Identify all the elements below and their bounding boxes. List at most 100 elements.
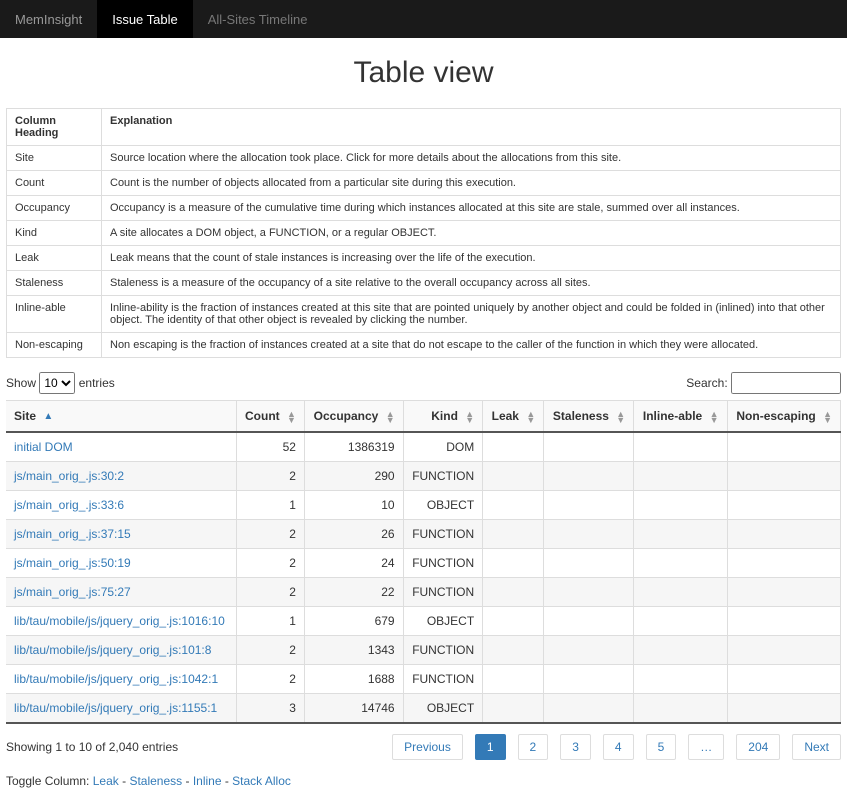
site-link[interactable]: lib/tau/mobile/js/jquery_orig_.js:1016:1… (14, 614, 225, 628)
table-cell: FUNCTION (403, 549, 483, 578)
site-link[interactable]: js/main_orig_.js:50:19 (14, 556, 131, 570)
table-cell (634, 665, 727, 694)
table-cell (544, 694, 634, 724)
page-button[interactable]: 2 (518, 734, 549, 760)
table-cell: lib/tau/mobile/js/jquery_orig_.js:1042:1 (6, 665, 236, 694)
def-head-col: Column Heading (7, 109, 102, 146)
col-site-label: Site (14, 409, 36, 423)
table-controls: Show 10 entries Search: (6, 372, 841, 394)
table-cell (483, 578, 544, 607)
definition-name: Non-escaping (7, 333, 102, 358)
col-kind[interactable]: Kind ▲▼ (403, 401, 483, 433)
show-label-post: entries (79, 376, 115, 390)
table-cell (727, 578, 841, 607)
toggle-link[interactable]: Stack Alloc (232, 774, 291, 788)
col-count[interactable]: Count ▲▼ (236, 401, 304, 433)
col-staleness[interactable]: Staleness ▲▼ (544, 401, 634, 433)
table-cell: FUNCTION (403, 520, 483, 549)
toggle-link[interactable]: Staleness (129, 774, 182, 788)
definition-row: Non-escapingNon escaping is the fraction… (7, 333, 841, 358)
definition-desc: Inline-ability is the fraction of instan… (102, 296, 841, 333)
definition-desc: A site allocates a DOM object, a FUNCTIO… (102, 221, 841, 246)
definition-desc: Occupancy is a measure of the cumulative… (102, 196, 841, 221)
col-inline-able[interactable]: Inline-able ▲▼ (634, 401, 727, 433)
definition-row: KindA site allocates a DOM object, a FUN… (7, 221, 841, 246)
table-cell (727, 636, 841, 665)
site-link[interactable]: lib/tau/mobile/js/jquery_orig_.js:1155:1 (14, 701, 217, 715)
table-row: lib/tau/mobile/js/jquery_orig_.js:1042:1… (6, 665, 841, 694)
table-cell: 52 (236, 432, 304, 462)
brand: MemInsight (0, 0, 97, 38)
table-cell (634, 520, 727, 549)
prev-button[interactable]: Previous (392, 734, 463, 760)
page-button[interactable]: 1 (475, 734, 506, 760)
site-link[interactable]: lib/tau/mobile/js/jquery_orig_.js:101:8 (14, 643, 211, 657)
col-site[interactable]: Site ▲ (6, 401, 236, 433)
table-cell (483, 665, 544, 694)
page-button: … (688, 734, 724, 760)
table-cell: 1688 (304, 665, 403, 694)
toggle-label: Toggle Column: (6, 774, 89, 788)
col-occupancy[interactable]: Occupancy ▲▼ (304, 401, 403, 433)
entries-select[interactable]: 10 (39, 372, 75, 394)
nav-issue-table[interactable]: Issue Table (97, 0, 193, 38)
pagination: Previous 12345 … 204 Next (392, 734, 841, 760)
search-input[interactable] (731, 372, 841, 394)
table-cell: 1 (236, 491, 304, 520)
definition-desc: Leak means that the count of stale insta… (102, 246, 841, 271)
col-leak-label: Leak (492, 409, 519, 423)
table-cell (634, 549, 727, 578)
definition-name: Leak (7, 246, 102, 271)
page-button[interactable]: 204 (736, 734, 780, 760)
table-cell (544, 665, 634, 694)
table-cell: 24 (304, 549, 403, 578)
toggle-link[interactable]: Inline (193, 774, 222, 788)
table-cell: 290 (304, 462, 403, 491)
table-cell (634, 607, 727, 636)
sort-icon: ▲▼ (287, 411, 296, 423)
sort-icon: ▲▼ (386, 411, 395, 423)
table-cell: js/main_orig_.js:50:19 (6, 549, 236, 578)
table-cell (727, 491, 841, 520)
definition-name: Staleness (7, 271, 102, 296)
table-cell: OBJECT (403, 607, 483, 636)
table-cell (727, 462, 841, 491)
page-button[interactable]: 3 (560, 734, 591, 760)
table-cell: 2 (236, 549, 304, 578)
site-link[interactable]: js/main_orig_.js:33:6 (14, 498, 124, 512)
table-cell: js/main_orig_.js:33:6 (6, 491, 236, 520)
table-cell (544, 491, 634, 520)
table-cell (634, 636, 727, 665)
site-link[interactable]: js/main_orig_.js:37:15 (14, 527, 131, 541)
site-link[interactable]: js/main_orig_.js:30:2 (14, 469, 124, 483)
col-kind-label: Kind (431, 409, 458, 423)
toggle-row: Toggle Column: Leak - Staleness - Inline… (6, 774, 841, 788)
site-link[interactable]: lib/tau/mobile/js/jquery_orig_.js:1042:1 (14, 672, 218, 686)
table-cell (483, 432, 544, 462)
table-cell: OBJECT (403, 491, 483, 520)
search-label: Search: (686, 376, 727, 390)
table-cell (727, 694, 841, 724)
table-cell (483, 607, 544, 636)
nav-all-sites-timeline[interactable]: All-Sites Timeline (193, 0, 323, 38)
col-leak[interactable]: Leak ▲▼ (483, 401, 544, 433)
table-cell: 2 (236, 462, 304, 491)
table-cell: js/main_orig_.js:37:15 (6, 520, 236, 549)
table-cell: FUNCTION (403, 665, 483, 694)
col-non-escaping[interactable]: Non-escaping ▲▼ (727, 401, 841, 433)
table-cell: 1343 (304, 636, 403, 665)
table-row: js/main_orig_.js:50:19 224FUNCTION (6, 549, 841, 578)
sort-icon: ▲▼ (616, 411, 625, 423)
table-row: js/main_orig_.js:33:6110OBJECT (6, 491, 841, 520)
page-button[interactable]: 5 (646, 734, 677, 760)
site-link[interactable]: initial DOM (14, 440, 73, 454)
table-cell: 14746 (304, 694, 403, 724)
table-cell (544, 636, 634, 665)
toggle-link[interactable]: Leak (93, 774, 119, 788)
table-cell (544, 520, 634, 549)
page-button[interactable]: 4 (603, 734, 634, 760)
next-button[interactable]: Next (792, 734, 841, 760)
table-cell (483, 694, 544, 724)
site-link[interactable]: js/main_orig_.js:75:27 (14, 585, 131, 599)
table-cell: OBJECT (403, 694, 483, 724)
